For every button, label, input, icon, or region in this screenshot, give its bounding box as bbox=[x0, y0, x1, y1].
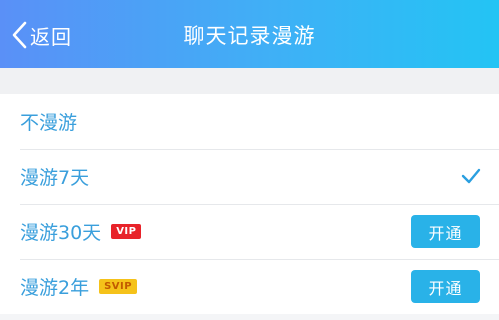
vip-badge: VIP bbox=[111, 224, 142, 239]
section-spacer bbox=[0, 68, 499, 94]
roaming-option-list: 不漫游 漫游7天 漫游30天 VIP 开通 漫游2年 SVIP 开通 bbox=[0, 94, 499, 314]
option-roaming-30-days[interactable]: 漫游30天 VIP 开通 bbox=[0, 204, 499, 259]
chat-roaming-settings-page: 返回 聊天记录漫游 不漫游 漫游7天 漫游30天 VIP 开通 漫游2年 SVI… bbox=[0, 0, 499, 320]
svip-badge: SVIP bbox=[99, 279, 138, 294]
option-roaming-2-years[interactable]: 漫游2年 SVIP 开通 bbox=[0, 259, 499, 314]
option-roaming-7-days[interactable]: 漫游7天 bbox=[0, 149, 499, 204]
checkmark-icon bbox=[461, 167, 481, 189]
activate-svip-button[interactable]: 开通 bbox=[411, 270, 480, 303]
option-label: 漫游2年 bbox=[20, 277, 90, 299]
page-title: 聊天记录漫游 bbox=[183, 24, 316, 48]
option-label: 漫游7天 bbox=[20, 167, 90, 189]
option-no-roaming[interactable]: 不漫游 bbox=[0, 94, 499, 149]
activate-vip-button[interactable]: 开通 bbox=[411, 215, 480, 248]
nav-bar: 返回 聊天记录漫游 bbox=[0, 0, 499, 68]
option-label: 漫游30天 bbox=[20, 222, 102, 244]
option-label: 不漫游 bbox=[20, 112, 78, 134]
